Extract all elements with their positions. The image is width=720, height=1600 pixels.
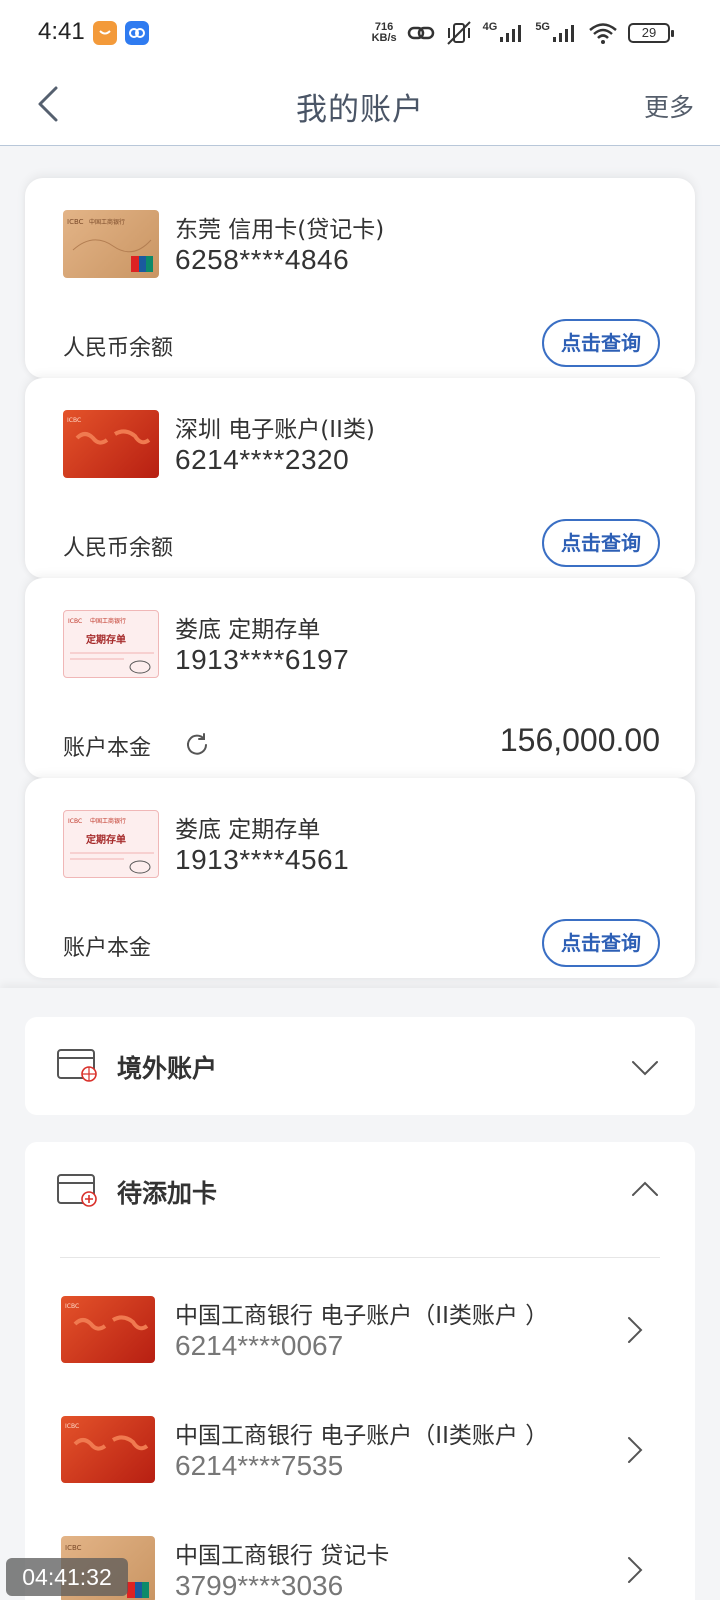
signal-4g-icon: [500, 25, 522, 42]
chevron-right-icon: [628, 1437, 643, 1463]
thumb-bank-label: 中国工商银行: [90, 817, 126, 825]
thumb-icbc-label: ICBC: [65, 1544, 82, 1552]
app-header: 我的账户 更多: [0, 66, 720, 146]
overseas-card-icon: [57, 1049, 97, 1082]
refresh-icon[interactable]: [185, 732, 209, 756]
wifi-icon: [589, 23, 617, 44]
signal-5g-icon: [553, 25, 574, 42]
chevron-up-icon[interactable]: [631, 1180, 659, 1198]
pending-cards-section[interactable]: 待添加卡: [25, 1142, 695, 1240]
e-account-card-thumbnail: ICBC: [63, 410, 159, 478]
account-card[interactable]: ICBC 深圳 电子账户(II类) 6214****2320 人民币余额 点击查…: [25, 378, 695, 578]
thumb-icbc-label: ICBC: [67, 218, 84, 226]
thumb-deposit-label: 定期存单: [86, 833, 126, 846]
card-number: 6258****4846: [175, 244, 350, 275]
card-name: 娄底 定期存单: [175, 617, 321, 643]
speed-unit: KB/s: [371, 32, 397, 44]
section-title: 待添加卡: [117, 1179, 218, 1208]
section-title: 境外账户: [117, 1054, 218, 1083]
thumb-icbc-label: ICBC: [65, 1423, 79, 1430]
divider: [60, 1257, 660, 1258]
account-card[interactable]: ICBC 中国工商银行 定期存单 娄底 定期存单 1913****6197 账户…: [25, 578, 695, 778]
thumb-bank-label: 中国工商银行: [89, 218, 125, 226]
status-bar: 4:41 716 KB/s 4G 5G 29: [0, 0, 720, 66]
deposit-certificate-thumbnail: ICBC 中国工商银行 定期存单: [63, 810, 159, 878]
thumb-icbc-label: ICBC: [68, 618, 82, 625]
query-balance-button[interactable]: 点击查询: [542, 519, 660, 567]
card-name: 东莞 信用卡(贷记卡): [175, 217, 385, 243]
chevron-right-icon: [628, 1317, 643, 1343]
pending-card-number: 6214****7535: [175, 1450, 344, 1481]
query-balance-button[interactable]: 点击查询: [542, 919, 660, 967]
status-time: 4:41: [38, 18, 85, 45]
pending-card-item[interactable]: ICBC 中国工商银行 电子账户（II类账户 ） 6214****0067: [25, 1278, 695, 1388]
pending-card-number: 3799****3036: [175, 1570, 344, 1600]
thumb-icbc-label: ICBC: [68, 818, 82, 825]
shopping-app-icon: [93, 21, 117, 45]
card-number: 6214****2320: [175, 444, 350, 475]
principal-label: 账户本金: [63, 736, 152, 761]
pending-card-name: 中国工商银行 电子账户（II类账户 ）: [175, 1303, 549, 1329]
page-title: 我的账户: [296, 92, 424, 128]
link-app-icon: [125, 21, 149, 45]
query-balance-button[interactable]: 点击查询: [542, 319, 660, 367]
network-5g-label: 5G: [535, 21, 550, 33]
account-card[interactable]: ICBC 中国工商银行 定期存单 娄底 定期存单 1913****4561 账户…: [25, 778, 695, 978]
thumb-icbc-label: ICBC: [67, 417, 81, 424]
card-name: 娄底 定期存单: [175, 817, 321, 843]
card-name: 深圳 电子账户(II类): [175, 417, 375, 443]
account-card[interactable]: ICBC 中国工商银行 东莞 信用卡(贷记卡) 6258****4846 人民币…: [25, 178, 695, 378]
chevron-right-icon: [628, 1557, 643, 1583]
thumb-bank-label: 中国工商银行: [90, 617, 126, 625]
network-4g-label: 4G: [482, 21, 498, 33]
thumb-deposit-label: 定期存单: [86, 633, 126, 646]
link-icon: [407, 26, 434, 40]
pending-card-name: 中国工商银行 贷记卡: [175, 1543, 390, 1569]
pending-card-name: 中国工商银行 电子账户（II类账户 ）: [175, 1423, 549, 1449]
overseas-accounts-section[interactable]: 境外账户: [25, 1017, 695, 1115]
card-number: 1913****6197: [175, 644, 350, 675]
add-card-icon: [57, 1174, 97, 1207]
more-button[interactable]: 更多: [644, 88, 694, 124]
pending-card-number: 6214****0067: [175, 1330, 344, 1361]
battery-indicator: 29: [628, 23, 674, 43]
vibrate-off-icon: [446, 21, 471, 45]
e-account-card-thumbnail: ICBC: [61, 1296, 155, 1363]
e-account-card-thumbnail: ICBC: [61, 1416, 155, 1483]
card-number: 1913****4561: [175, 844, 350, 875]
network-speed: 716 KB/s: [372, 22, 397, 44]
deposit-certificate-thumbnail: ICBC 中国工商银行 定期存单: [63, 610, 159, 678]
pending-card-item[interactable]: ICBC 中国工商银行 电子账户（II类账户 ） 6214****7535: [25, 1398, 695, 1508]
pending-card-list: ICBC 中国工商银行 电子账户（II类账户 ） 6214****0067 IC…: [25, 1240, 695, 1600]
credit-card-thumbnail: ICBC 中国工商银行: [63, 210, 159, 278]
principal-amount: 156,000.00: [499, 722, 660, 758]
status-indicators: 716 KB/s 4G 5G 29: [372, 18, 674, 48]
thumb-icbc-label: ICBC: [65, 1303, 79, 1310]
balance-label: 人民币余额: [63, 336, 174, 361]
recording-timestamp: 04:41:32: [6, 1558, 128, 1596]
principal-label: 账户本金: [63, 936, 152, 961]
chevron-down-icon[interactable]: [631, 1059, 659, 1077]
balance-label: 人民币余额: [63, 536, 174, 561]
